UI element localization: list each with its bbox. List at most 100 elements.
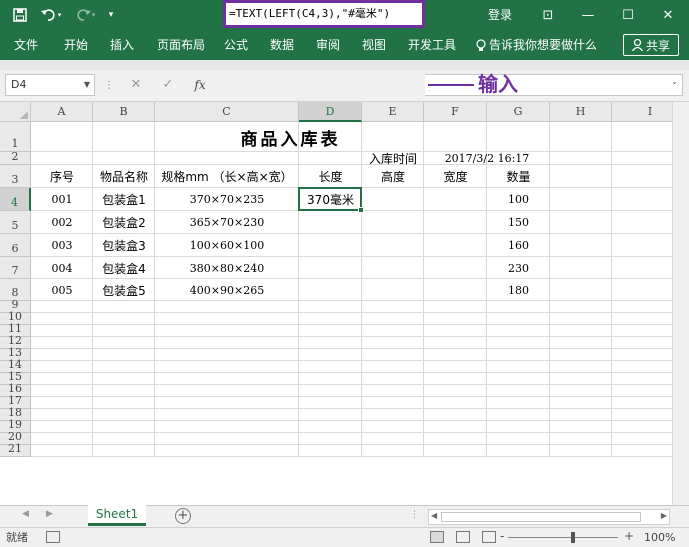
sheet-tab-sheet1[interactable]: Sheet1 [88, 505, 146, 526]
tab-view[interactable]: 视图 [362, 30, 386, 60]
zoom-in-button[interactable]: + [624, 529, 634, 543]
select-all-corner[interactable] [0, 102, 31, 122]
column-header-h[interactable]: H [550, 102, 612, 122]
page-break-view-icon[interactable] [482, 531, 496, 543]
tab-split-handle[interactable]: ⋮ [410, 510, 419, 520]
fill-handle[interactable] [358, 207, 364, 213]
data-cell-spec[interactable]: 365×70×230 [155, 211, 299, 234]
enter-icon[interactable]: ✓ [156, 74, 180, 96]
sheet-title-cell[interactable]: 商品入库表 [31, 122, 550, 152]
save-icon[interactable] [10, 0, 30, 30]
column-title-cell[interactable]: 物品名称 [93, 165, 155, 188]
normal-view-icon[interactable] [430, 531, 444, 543]
insert-function-icon[interactable]: fx [188, 74, 212, 96]
active-cell-selection[interactable] [298, 187, 364, 213]
data-cell-seq[interactable]: 005 [31, 279, 93, 301]
column-header-b[interactable]: B [93, 102, 155, 122]
next-sheet-icon[interactable]: ▶ [46, 509, 53, 519]
data-cell-spec[interactable]: 380×80×240 [155, 257, 299, 279]
data-cell-name[interactable]: 包装盒5 [93, 279, 155, 301]
data-cell-name[interactable]: 包装盒3 [93, 234, 155, 257]
previous-sheet-icon[interactable]: ◀ [22, 509, 29, 519]
data-cell-name[interactable]: 包装盒1 [93, 188, 155, 211]
tab-page-layout[interactable]: 页面布局 [157, 30, 205, 60]
cancel-icon[interactable]: ✕ [124, 74, 148, 96]
page-layout-view-icon[interactable] [456, 531, 470, 543]
data-cell-seq[interactable]: 001 [31, 188, 93, 211]
share-button[interactable]: 共享 [623, 34, 679, 56]
column-title-cell[interactable]: 宽度 [424, 165, 487, 188]
row-header-3[interactable]: 3 [0, 165, 31, 188]
data-cell-seq[interactable]: 003 [31, 234, 93, 257]
tab-file[interactable]: 文件 [14, 30, 38, 60]
worksheet-grid[interactable]: A B C D E F G H I 1 2 3 4 5 6 7 8 9 10 11 12 13 14 15 16 17 18 19 20… [0, 102, 689, 505]
row-header-5[interactable]: 5 [0, 211, 31, 234]
name-box-value: D4 [11, 78, 27, 91]
data-cell-seq[interactable]: 002 [31, 211, 93, 234]
zoom-level[interactable]: 100% [644, 528, 675, 547]
zoom-slider-thumb[interactable] [571, 532, 575, 543]
data-cell-qty[interactable]: 150 [487, 211, 550, 234]
column-title-cell[interactable]: 高度 [362, 165, 424, 188]
column-title-cell[interactable]: 长度 [299, 165, 362, 188]
column-title-cell[interactable]: 数量 [487, 165, 550, 188]
name-box-dropdown-icon[interactable]: ▼ [84, 75, 90, 95]
tab-formulas[interactable]: 公式 [224, 30, 248, 60]
date-value-cell[interactable]: 2017/3/2 16:17 [424, 152, 550, 165]
row-header-7[interactable]: 7 [0, 257, 31, 279]
row-header-2[interactable]: 2 [0, 150, 31, 165]
tab-insert[interactable]: 插入 [110, 30, 134, 60]
zoom-slider[interactable] [508, 537, 618, 538]
data-cell-qty[interactable]: 180 [487, 279, 550, 301]
data-cell-seq[interactable]: 004 [31, 257, 93, 279]
column-title-cell[interactable]: 序号 [31, 165, 93, 188]
tab-developer[interactable]: 开发工具 [408, 30, 456, 60]
data-cell-qty[interactable]: 100 [487, 188, 550, 211]
vertical-scrollbar[interactable] [672, 102, 689, 505]
column-header-e[interactable]: E [362, 102, 424, 122]
data-cell-name[interactable]: 包装盒2 [93, 211, 155, 234]
row-header-21[interactable]: 21 [0, 442, 31, 457]
column-header-f[interactable]: F [424, 102, 487, 122]
close-button[interactable]: ✕ [648, 0, 688, 30]
formula-input[interactable]: =TEXT(LEFT(C4,3),"#毫米") [223, 0, 425, 28]
minimize-button[interactable]: — [568, 0, 608, 30]
maximize-button[interactable]: ☐ [608, 0, 648, 30]
ribbon-display-options-icon[interactable]: ⊡ [528, 0, 568, 30]
tell-me-search[interactable]: 告诉我你想要做什么 [476, 30, 597, 60]
zoom-out-button[interactable]: - [500, 529, 504, 543]
expand-formula-bar-icon[interactable]: ⌄ [671, 77, 678, 86]
horizontal-scroll-thumb[interactable] [441, 512, 641, 522]
name-box[interactable]: D4 ▼ [5, 74, 95, 96]
data-cell-spec[interactable]: 100×60×100 [155, 234, 299, 257]
column-header-a[interactable]: A [31, 102, 93, 122]
undo-icon[interactable]: ▾ [38, 0, 64, 30]
macro-record-icon[interactable] [46, 531, 60, 543]
tell-me-label: 告诉我你想要做什么 [489, 38, 598, 52]
column-header-d[interactable]: D [299, 102, 362, 122]
gridline [31, 396, 689, 397]
login-link[interactable]: 登录 [488, 0, 512, 30]
row-header-4[interactable]: 4 [0, 188, 31, 211]
horizontal-scrollbar[interactable]: ◀ ▶ [428, 509, 670, 525]
tab-data[interactable]: 数据 [270, 30, 294, 60]
data-cell-qty[interactable]: 160 [487, 234, 550, 257]
formula-bar-resize-handle[interactable]: ⋮ [104, 78, 114, 94]
scroll-right-icon[interactable]: ▶ [661, 511, 667, 520]
tab-review[interactable]: 审阅 [316, 30, 340, 60]
data-cell-name[interactable]: 包装盒4 [93, 257, 155, 279]
add-sheet-icon[interactable]: + [175, 508, 191, 524]
date-label-cell[interactable]: 入库时间 [362, 152, 424, 166]
redo-icon[interactable]: ▾ [72, 0, 98, 30]
tab-home[interactable]: 开始 [64, 30, 88, 60]
data-cell-spec[interactable]: 400×90×265 [155, 279, 299, 301]
data-cell-qty[interactable]: 230 [487, 257, 550, 279]
column-title-cell[interactable]: 规格mm （长×高×宽） [155, 165, 299, 188]
column-header-g[interactable]: G [487, 102, 550, 122]
customize-quick-access-icon[interactable]: ▾ [104, 0, 118, 30]
row-header-6[interactable]: 6 [0, 234, 31, 257]
scroll-left-icon[interactable]: ◀ [431, 511, 437, 520]
data-cell-spec[interactable]: 370×70×235 [155, 188, 299, 211]
row-header-1[interactable]: 1 [0, 122, 31, 152]
column-header-c[interactable]: C [155, 102, 299, 122]
